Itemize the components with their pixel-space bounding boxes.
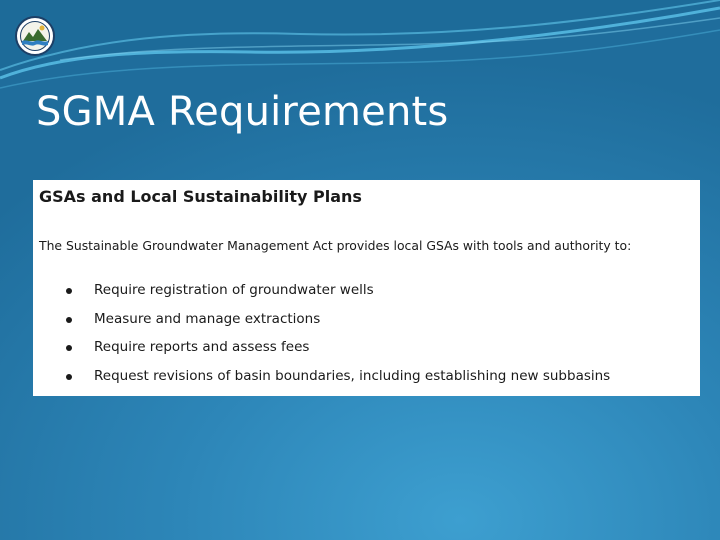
- bullet-icon: [66, 316, 72, 323]
- list-item-text: Require registration of groundwater well…: [94, 282, 374, 298]
- list-item: Request revisions of basin boundaries, i…: [63, 368, 610, 397]
- state-water-seal-icon: [15, 16, 55, 56]
- content-heading: GSAs and Local Sustainability Plans: [39, 187, 362, 206]
- list-item-text: Require reports and assess fees: [94, 339, 310, 355]
- list-item: Measure and manage extractions: [63, 311, 610, 340]
- intro-paragraph: The Sustainable Groundwater Management A…: [39, 238, 632, 253]
- content-panel: GSAs and Local Sustainability Plans The …: [33, 180, 700, 396]
- bullet-icon: [66, 288, 72, 294]
- bullet-icon: [66, 345, 72, 351]
- bullet-icon: [66, 373, 72, 380]
- list-item-text: Request revisions of basin boundaries, i…: [94, 367, 611, 384]
- list-item: Require registration of groundwater well…: [63, 282, 610, 311]
- top-swoosh-decoration: [0, 0, 720, 89]
- requirements-list: Require registration of groundwater well…: [63, 282, 610, 396]
- slide: SGMA Requirements GSAs and Local Sustain…: [0, 0, 720, 540]
- slide-title: SGMA Requirements: [36, 89, 449, 135]
- list-item-text: Measure and manage extractions: [94, 310, 321, 327]
- list-item: Require reports and assess fees: [63, 339, 610, 368]
